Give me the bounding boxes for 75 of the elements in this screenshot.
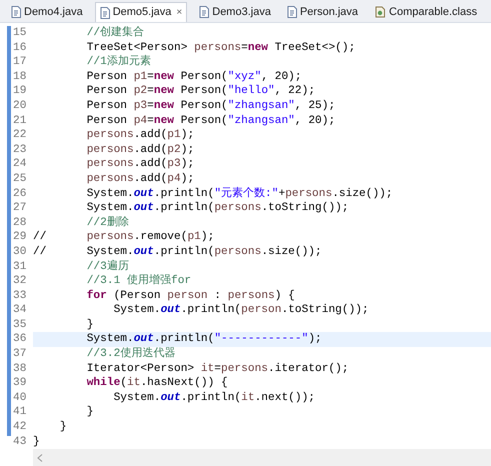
line-number: 40 (12, 390, 28, 406)
code-line: while(it.hasNext()) { (86, 376, 229, 391)
editor-tab[interactable]: Person.java (282, 2, 362, 22)
line-number: 33 (12, 288, 28, 304)
horizontal-scrollbar[interactable] (33, 449, 491, 466)
code-line: Person p3=new Person("zhangsan", 25); (86, 98, 336, 114)
code-line: System.out.println(persons.toString()); (86, 201, 350, 216)
scroll-left-icon[interactable] (37, 454, 43, 462)
file-icon (11, 6, 21, 18)
code-line: //3.1 使用增强for (86, 274, 192, 289)
code-line: System.out.println(person.toString()); (112, 303, 370, 318)
line-number: 37 (12, 347, 28, 362)
editor-tab[interactable]: Demo3.java (195, 2, 275, 22)
close-icon[interactable]: × (176, 5, 182, 20)
file-icon (286, 6, 297, 18)
code-line: // persons.remove(p1); (33, 230, 216, 245)
tab-label: Person.java (300, 4, 358, 20)
code-line: //1添加元素 (86, 55, 152, 70)
tab-label: Comparable.class (389, 4, 478, 20)
code-line: //3遍历 (86, 260, 130, 274)
line-number: 30 (12, 244, 28, 260)
line-number: 43 (12, 434, 28, 450)
line-number: 19 (12, 84, 28, 99)
file-icon (199, 6, 210, 18)
line-number: 32 (12, 274, 28, 289)
code-line: for (Person person : persons) { (86, 288, 296, 304)
tab-label: Demo3.java (212, 4, 271, 20)
line-number: 31 (12, 260, 28, 274)
class-file-icon (374, 6, 386, 18)
line-number: 22 (12, 128, 28, 143)
line-number: 28 (12, 216, 28, 230)
code-line: //3.2使用迭代器 (86, 347, 176, 362)
line-number: 36 (12, 332, 28, 348)
code-line: persons.add(p3); (86, 157, 196, 172)
code-line: } (86, 318, 94, 332)
line-number: 34 (12, 303, 28, 318)
line-number: 41 (12, 405, 28, 420)
code-line: //2删除 (86, 216, 130, 230)
line-number: 35 (12, 318, 28, 332)
line-number: 16 (12, 40, 28, 56)
line-number: 21 (12, 114, 28, 128)
code-line: Person p2=new Person("hello", 22); (86, 84, 316, 99)
editor-tab[interactable]: Comparable.class (370, 2, 482, 22)
file-icon (100, 6, 110, 18)
code-line: } (58, 420, 68, 435)
code-line: Person p4=new Person("zhangsan", 20); (86, 114, 336, 128)
code-line: persons.add(p4); (86, 172, 196, 187)
tab-label: Demo5.java (112, 5, 172, 20)
line-number: 24 (12, 157, 28, 172)
line-number: 26 (12, 186, 28, 202)
editor-tab[interactable]: Demo4.java (7, 2, 87, 22)
code-line: //创建集合 (86, 26, 146, 41)
line-number: 27 (12, 201, 28, 216)
line-number: 42 (12, 420, 28, 435)
code-line: Person p1=new Person("xyz", 20); (86, 70, 303, 84)
line-number: 23 (12, 142, 28, 158)
editor-tab[interactable]: Demo5.java × (94, 2, 188, 22)
code-line: System.out.println(it.next()); (112, 390, 316, 406)
code-line: } (86, 405, 94, 420)
line-number: 39 (12, 376, 28, 391)
line-number: 38 (12, 362, 28, 376)
tab-label: Demo4.java (24, 4, 83, 20)
line-number: 17 (12, 55, 28, 70)
line-number: 15 (12, 26, 28, 41)
line-number: 29 (12, 230, 28, 245)
line-number: 18 (12, 70, 28, 84)
code-line: persons.add(p2); (86, 142, 196, 158)
code-line: // System.out.println(persons.size()); (33, 244, 323, 260)
code-line: Iterator<Person> it=persons.iterator(); (86, 362, 350, 376)
code-line: } (33, 434, 41, 450)
line-number: 20 (12, 98, 28, 114)
line-number: 25 (12, 172, 28, 187)
code-line: TreeSet<Person> persons=new TreeSet<>(); (86, 40, 356, 54)
code-line: persons.add(p1); (86, 128, 196, 143)
code-line: System.out.println("元素个数:"+persons.size()); (86, 186, 394, 202)
